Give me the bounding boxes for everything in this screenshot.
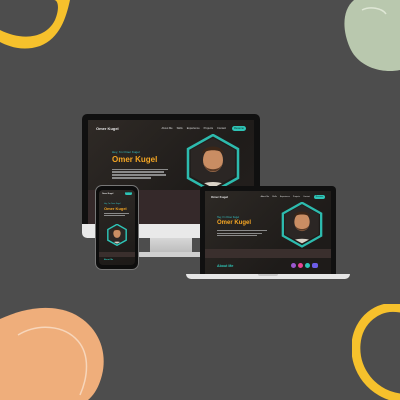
purple-badge-icon [291,263,296,268]
laptop-nav-link-experience[interactable]: Experience [280,196,290,198]
phone-logo[interactable]: Omer Kugel [102,193,113,195]
phone-about-heading: About Me [104,259,114,261]
phone-hexagon-portrait [107,224,127,246]
laptop-nav-links: About Me Skills Experience Projects Cont… [261,196,310,198]
pink-badge-icon [298,263,303,268]
yellow-blob-top-left [0,0,70,49]
nav-link-experience[interactable]: Experience [187,127,200,130]
laptop-resume-button[interactable]: Resume [314,195,325,199]
phone-screen: Omer Kugel Resume Hey, I'm Omer Kugel Om… [99,190,135,265]
laptop-hero-name: Omer Kugel [217,220,252,226]
laptop-about-heading: About Me [217,264,234,268]
teal-badge-icon [305,263,310,268]
phone-hero-paragraph [104,212,129,217]
phone-hero-name: Omer Kugel [104,206,127,211]
yellow-ring-bottom-right [352,304,400,400]
green-blob-top-right [344,0,400,72]
mockup-stage: Omer Kugel About Me Skills Experience Pr… [0,0,400,400]
desktop-hero-name: Omer Kugel [112,155,158,164]
laptop-nav-link-projects[interactable]: Projects [293,196,300,198]
desktop-hexagon-portrait [186,134,240,194]
desktop-resume-button[interactable]: Resume [232,125,246,131]
peach-blob-bottom-left [0,307,104,400]
laptop-logo[interactable]: Omer Kugel [211,195,228,199]
phone-divider-band [99,252,135,257]
desktop-nav-links: About Me Skills Experience Projects Cont… [162,127,226,130]
laptop-nav-link-skills[interactable]: Skills [272,196,277,198]
laptop-screen: Omer Kugel About Me Skills Experience Pr… [205,191,331,276]
phone: Omer Kugel Resume Hey, I'm Omer Kugel Om… [95,185,139,270]
laptop-nav-link-contact[interactable]: Contact [303,196,310,198]
desktop-stand-base [138,252,204,257]
phone-navbar: Omer Kugel Resume [99,190,135,197]
laptop-divider-band [205,249,331,258]
laptop-hero-greeting: Hey, I'm Omer Kugel [217,216,239,219]
laptop-nav-link-about[interactable]: About Me [261,196,270,198]
nav-link-contact[interactable]: Contact [217,127,226,130]
laptop-hero-paragraph [217,229,267,238]
laptop-notch [258,274,278,276]
phone-hero-greeting: Hey, I'm Omer Kugel [104,203,121,205]
desktop-hero-greeting: Hey, I'm Omer Kugel [112,150,140,154]
laptop-skill-badges [291,263,318,268]
phone-resume-button[interactable]: Resume [125,192,132,195]
desktop-hero-paragraph [112,167,168,180]
nav-link-projects[interactable]: Projects [204,127,213,130]
nav-link-skills[interactable]: Skills [177,127,183,130]
laptop: Omer Kugel About Me Skills Experience Pr… [200,186,336,276]
nav-link-about[interactable]: About Me [162,127,173,130]
desktop-logo[interactable]: Omer Kugel [96,126,119,131]
blue-badge-icon [312,263,318,268]
laptop-hexagon-portrait [281,202,323,248]
desktop-stand-neck [150,238,192,252]
